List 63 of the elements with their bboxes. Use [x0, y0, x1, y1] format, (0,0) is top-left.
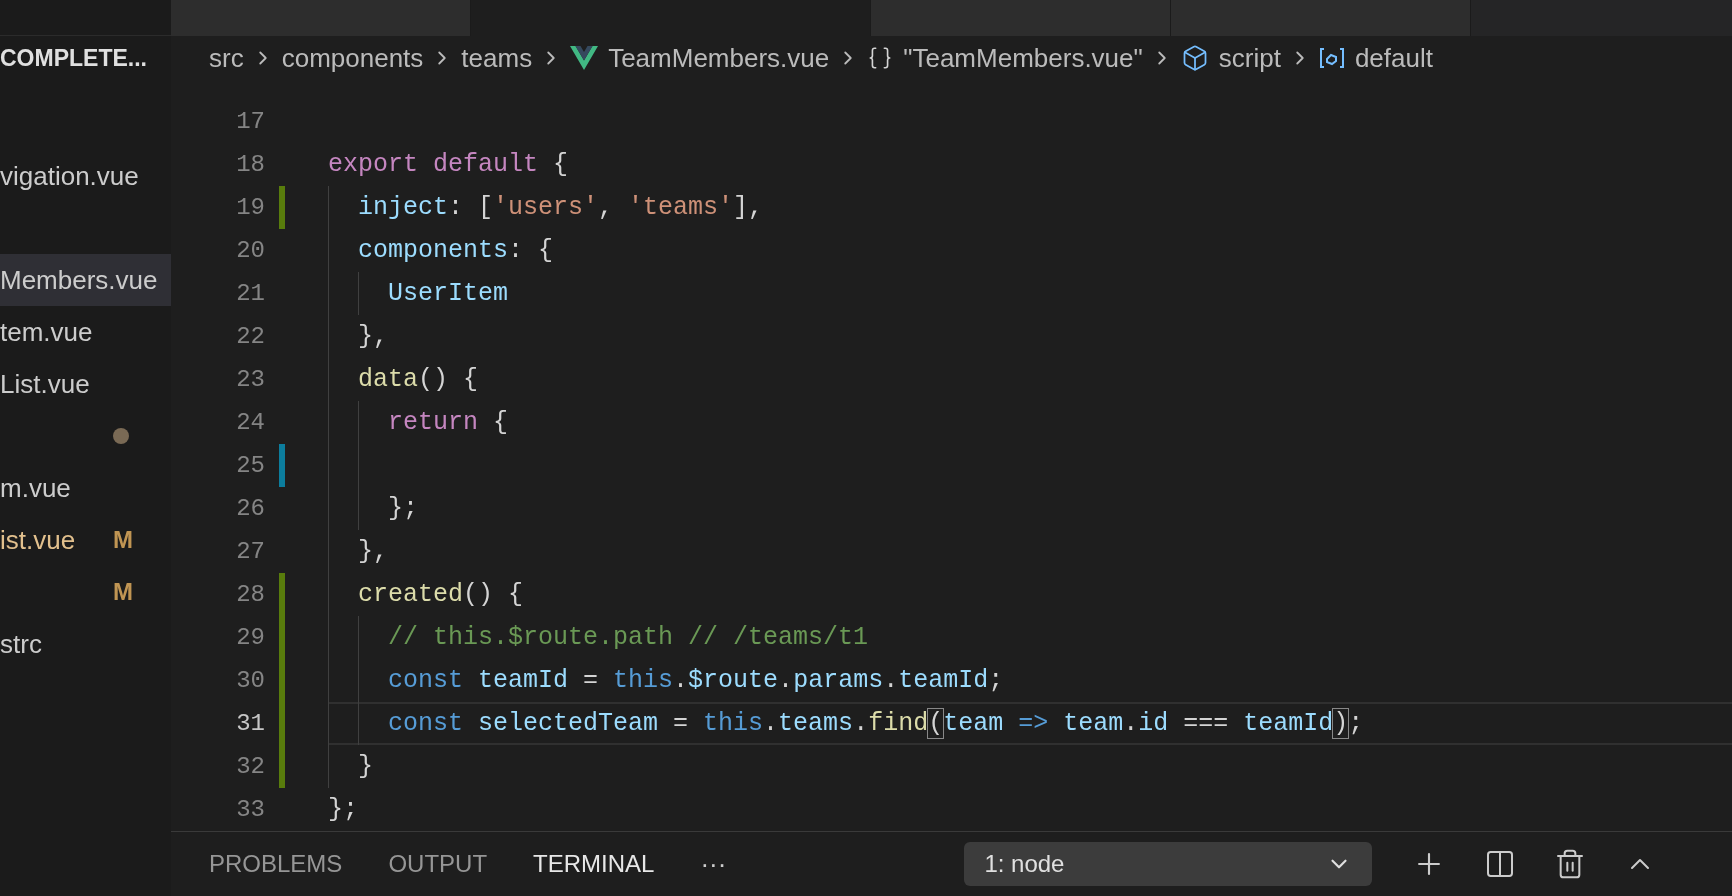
file-item[interactable]: List.vue: [0, 358, 171, 410]
file-name: List.vue: [0, 367, 90, 401]
code-line: const teamId = this.$route.params.teamId;: [388, 664, 1004, 697]
file-item[interactable]: ist.vue M: [0, 514, 171, 566]
code-line: const selectedTeam = this.teams.find(team => team.id === teamId);: [388, 707, 1364, 740]
line-number: 29: [235, 622, 265, 653]
line-number: 20: [235, 235, 265, 266]
file-name: tem.vue: [0, 315, 93, 349]
more-button[interactable]: ···: [700, 844, 727, 884]
line-number: 30: [235, 665, 265, 696]
file-name: vigation.vue: [0, 159, 139, 193]
line-number: 17: [235, 106, 265, 137]
code-line: // this.$route.path // /teams/t1: [388, 621, 869, 654]
code-line: UserItem: [388, 277, 509, 310]
code-line: };: [388, 492, 418, 525]
line-number: 25: [235, 450, 265, 481]
line-number: 26: [235, 493, 265, 524]
breadcrumb-item[interactable]: components: [281, 38, 424, 78]
breadcrumb-item[interactable]: src: [209, 38, 244, 78]
breadcrumb-item[interactable]: default: [1318, 38, 1433, 78]
variable-icon: [1318, 47, 1345, 69]
file-item[interactable]: m.vue: [0, 462, 171, 514]
line-number: 24: [235, 407, 265, 438]
panel-tab[interactable]: PROBLEMS: [209, 846, 343, 882]
code-line: created() {: [358, 578, 524, 611]
code-line: }: [358, 750, 373, 783]
file-item[interactable]: tem.vue: [0, 306, 171, 358]
line-number: 27: [235, 536, 265, 567]
line-number: 33: [235, 794, 265, 825]
code-line: data() {: [358, 363, 479, 396]
line-number: 32: [235, 751, 265, 782]
line-number: 28: [235, 579, 265, 610]
file-item[interactable]: strc: [0, 618, 171, 670]
code-line: return {: [388, 406, 509, 439]
code-line: },: [358, 320, 388, 353]
terminal-select[interactable]: 1: node: [964, 842, 1373, 886]
explorer-title: COMPLETE...: [0, 43, 147, 73]
git-status-letter: M: [113, 525, 133, 555]
file-name: m.vue: [0, 471, 71, 505]
panel-tab[interactable]: OUTPUT: [388, 846, 488, 882]
line-number: 21: [235, 278, 265, 309]
code-line: },: [358, 535, 388, 568]
file-item[interactable]: Members.vue: [0, 254, 171, 306]
line-number: 18: [235, 149, 265, 180]
file-name: strc: [0, 627, 42, 661]
code-line: components: {: [358, 234, 554, 267]
code-line: };: [328, 793, 358, 826]
git-status-letter: M: [113, 577, 133, 607]
line-number: 31: [235, 708, 265, 739]
line-number: 23: [235, 364, 265, 395]
breadcrumb-item[interactable]: teams: [461, 38, 533, 78]
line-number: 19: [235, 192, 265, 223]
file-name: Members.vue: [0, 263, 158, 297]
code-line: export default {: [328, 148, 569, 181]
file-name: ist.vue: [0, 523, 76, 557]
code-line: inject: ['users', 'teams'],: [358, 191, 764, 224]
file-item[interactable]: vigation.vue: [0, 150, 171, 202]
vue-logo-icon: [570, 46, 599, 70]
breadcrumb-item[interactable]: "TeamMembers.vue": [867, 38, 1143, 78]
breadcrumb-item[interactable]: TeamMembers.vue: [570, 38, 830, 78]
breadcrumb-item[interactable]: script: [1180, 38, 1281, 78]
panel-tab[interactable]: TERMINAL: [533, 846, 655, 882]
line-number: 22: [235, 321, 265, 352]
